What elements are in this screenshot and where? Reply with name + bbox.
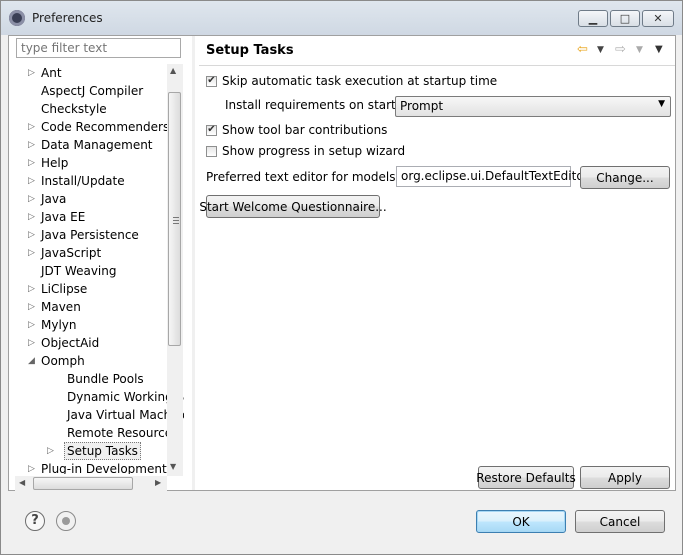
page-nav-toolbar: ⇦ ▼ ⇨ ▼ ▼ [575, 42, 675, 58]
skip-auto-label: Skip automatic task execution at startup… [222, 74, 498, 88]
collapsed-arrow-icon[interactable]: ▷ [28, 190, 38, 208]
check-icon: ✔ [207, 75, 216, 86]
close-icon: ✕ [653, 12, 663, 25]
tree-item-label: Remote Resources [67, 426, 179, 440]
scroll-right-icon[interactable]: ▶ [155, 478, 161, 487]
check-icon: ✔ [207, 124, 216, 135]
restore-defaults-button[interactable]: Restore Defaults [476, 466, 576, 489]
collapsed-arrow-icon[interactable]: ▷ [28, 226, 38, 244]
expanded-arrow-icon[interactable]: ◢ [28, 352, 38, 370]
collapsed-arrow-icon[interactable]: ▷ [28, 172, 38, 190]
tree-item-label: Java [41, 192, 67, 206]
show-progress-checkbox[interactable]: Show progress in setup wizard [206, 142, 405, 160]
skip-auto-checkbox[interactable]: ✔ Skip automatic task execution at start… [206, 72, 497, 90]
filter-field[interactable] [16, 38, 181, 58]
grip-line [173, 217, 179, 218]
minimize-icon: ▁ [588, 12, 598, 25]
maximize-icon: □ [619, 12, 631, 25]
forward-dropdown-icon[interactable]: ▼ [636, 45, 643, 55]
collapsed-arrow-icon[interactable]: ▷ [28, 64, 38, 82]
tree-item-label: Code Recommenders [41, 120, 170, 134]
ok-button[interactable]: OK [476, 510, 566, 533]
tree-item-label: Maven [41, 300, 81, 314]
show-toolbar-checkbox[interactable]: ✔ Show tool bar contributions [206, 121, 387, 139]
collapsed-arrow-icon[interactable]: ▷ [28, 244, 38, 262]
checkbox-box[interactable] [206, 145, 217, 157]
collapsed-arrow-icon[interactable]: ▷ [28, 208, 38, 226]
eclipse-app-icon [9, 10, 25, 26]
grip-line [173, 220, 179, 221]
pref-editor-field[interactable]: org.eclipse.ui.DefaultTextEditor [396, 166, 589, 187]
page-separator [199, 65, 675, 66]
title-bar: Preferences ▁ □ ✕ [1, 1, 682, 35]
collapsed-arrow-icon[interactable]: ▷ [28, 280, 38, 298]
help-icon[interactable]: ? [25, 511, 45, 531]
tree-item-label: Help [41, 156, 69, 170]
view-menu-icon[interactable]: ▼ [655, 44, 663, 55]
tree-item-label: AspectJ Compiler [41, 84, 144, 98]
tree-item-label: Install/Update [41, 174, 125, 188]
window-title: Preferences [32, 11, 103, 25]
page-title: Setup Tasks [206, 43, 294, 58]
install-req-combo[interactable]: Prompt ▼ [395, 96, 671, 117]
change-button[interactable]: Change... [580, 166, 670, 189]
grip-line [173, 223, 179, 224]
collapsed-arrow-icon[interactable]: ▷ [28, 460, 38, 474]
collapsed-arrow-icon[interactable]: ▷ [28, 118, 38, 136]
tree-item-label: Java Persistence [41, 228, 139, 242]
preference-tree[interactable]: ▷ Ant AspectJ Compiler Checkstyle ▷ Code Reco… [15, 64, 184, 474]
start-welcome-button[interactable]: Start Welcome Questionnaire... [199, 195, 387, 218]
install-req-value: Prompt [400, 99, 444, 113]
scroll-down-icon[interactable]: ▼ [170, 462, 176, 471]
dialog-client-area: ▷AntAspectJ CompilerCheckstyle▷Code Reco… [8, 35, 676, 492]
tree-item-label: JDT Weaving [41, 264, 117, 278]
checkbox-box[interactable]: ✔ [206, 124, 217, 136]
pane-sash[interactable] [192, 36, 195, 490]
tree-item-label: LiClipse [41, 282, 88, 296]
show-progress-label: Show progress in setup wizard [222, 144, 406, 158]
show-toolbar-label: Show tool bar contributions [222, 123, 388, 137]
scroll-up-icon[interactable]: ▲ [170, 66, 176, 75]
record-icon[interactable] [56, 511, 76, 531]
checkbox-box[interactable]: ✔ [206, 75, 217, 87]
tree-item-label: Mylyn [41, 318, 77, 332]
scroll-left-icon[interactable]: ◀ [19, 478, 25, 487]
chevron-down-icon: ▼ [658, 99, 665, 109]
scroll-thumb[interactable] [168, 92, 181, 346]
collapsed-arrow-icon[interactable]: ▷ [28, 334, 38, 352]
apply-button[interactable]: Apply [580, 466, 670, 489]
tree-item-label: Bundle Pools [67, 372, 144, 386]
hscroll-thumb[interactable] [33, 477, 133, 490]
back-dropdown-icon[interactable]: ▼ [597, 45, 604, 55]
tree-item-label: Plug-in Development [41, 462, 167, 474]
close-button[interactable]: ✕ [642, 10, 674, 27]
minimize-button[interactable]: ▁ [578, 10, 608, 27]
collapsed-arrow-icon[interactable]: ▷ [28, 316, 38, 334]
forward-arrow-icon[interactable]: ⇨ [615, 42, 626, 57]
cancel-button[interactable]: Cancel [575, 510, 665, 533]
tree-item-label: JavaScript [41, 246, 102, 260]
collapsed-arrow-icon[interactable]: ▷ [28, 298, 38, 316]
tree-vertical-scrollbar[interactable]: ▲ ▼ [167, 64, 183, 476]
tree-item-label: Ant [41, 66, 62, 80]
tree-horizontal-scrollbar[interactable]: ◀ ▶ [15, 476, 167, 492]
collapsed-arrow-icon[interactable]: ▷ [47, 442, 57, 460]
collapsed-arrow-icon[interactable]: ▷ [28, 136, 38, 154]
tree-item-label: Oomph [41, 354, 85, 368]
back-arrow-icon[interactable]: ⇦ [577, 42, 588, 57]
install-req-label: Install requirements on startup [225, 98, 411, 112]
pref-editor-label: Preferred text editor for models [206, 170, 396, 184]
preferences-window: Preferences ▁ □ ✕ ▷AntAspectJ CompilerCh… [0, 0, 683, 555]
tree-item-label: Java EE [41, 210, 86, 224]
tree-item-label: ObjectAid [41, 336, 100, 350]
tree-item-label: Data Management [41, 138, 153, 152]
maximize-button[interactable]: □ [610, 10, 640, 27]
tree-item-label: Setup Tasks [64, 442, 141, 460]
pref-editor-value: org.eclipse.ui.DefaultTextEditor [401, 169, 589, 183]
filter-input[interactable] [21, 40, 176, 56]
collapsed-arrow-icon[interactable]: ▷ [28, 154, 38, 172]
tree-item-label: Checkstyle [41, 102, 107, 116]
